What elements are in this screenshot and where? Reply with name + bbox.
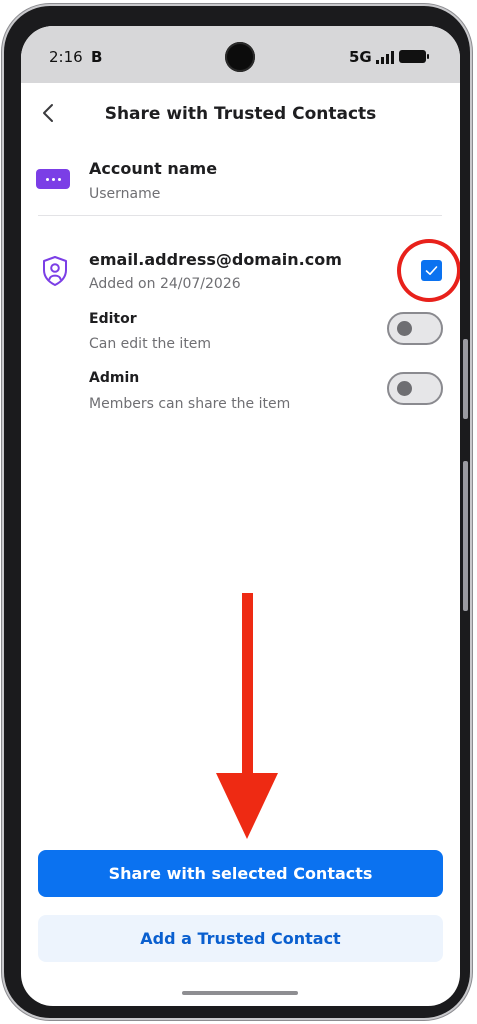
shield-user-icon bbox=[41, 255, 69, 287]
item-name: Account name bbox=[89, 159, 218, 178]
home-indicator bbox=[182, 991, 298, 995]
status-indicator: B bbox=[91, 48, 103, 66]
page-title: Share with Trusted Contacts bbox=[104, 104, 377, 124]
phone-frame: 2:16 B 5G Share with Trusted Contacts Ac… bbox=[4, 6, 470, 1018]
divider bbox=[38, 215, 442, 216]
app-header: Share with Trusted Contacts bbox=[21, 83, 460, 143]
item-username: Username bbox=[89, 186, 161, 202]
permission-admin-description: Members can share the item bbox=[89, 396, 291, 412]
permission-editor-label: Editor bbox=[89, 311, 137, 327]
down-arrow-icon bbox=[216, 593, 278, 839]
editor-toggle[interactable] bbox=[387, 312, 443, 345]
toggle-knob bbox=[397, 381, 412, 396]
contact-email: email.address@domain.com bbox=[89, 250, 342, 269]
share-selected-button[interactable]: Share with selected Contacts bbox=[38, 850, 443, 897]
toggle-knob bbox=[397, 321, 412, 336]
contact-added-date: Added on 24/07/2026 bbox=[89, 276, 241, 292]
highlight-circle bbox=[397, 239, 460, 302]
shared-item: Account name Username bbox=[21, 153, 460, 215]
power-button bbox=[463, 461, 468, 611]
admin-toggle[interactable] bbox=[387, 372, 443, 405]
signal-icon bbox=[376, 50, 394, 64]
network-type: 5G bbox=[349, 48, 372, 66]
camera-cutout bbox=[225, 42, 255, 72]
volume-button bbox=[463, 339, 468, 419]
password-dots-icon bbox=[36, 169, 70, 189]
screen: 2:16 B 5G Share with Trusted Contacts Ac… bbox=[21, 26, 460, 1006]
permission-editor-description: Can edit the item bbox=[89, 336, 212, 352]
status-bar: 2:16 B 5G bbox=[21, 26, 460, 83]
status-time: 2:16 bbox=[49, 48, 83, 66]
battery-icon bbox=[399, 50, 429, 63]
add-trusted-contact-button[interactable]: Add a Trusted Contact bbox=[38, 915, 443, 962]
permission-admin-label: Admin bbox=[89, 370, 140, 386]
